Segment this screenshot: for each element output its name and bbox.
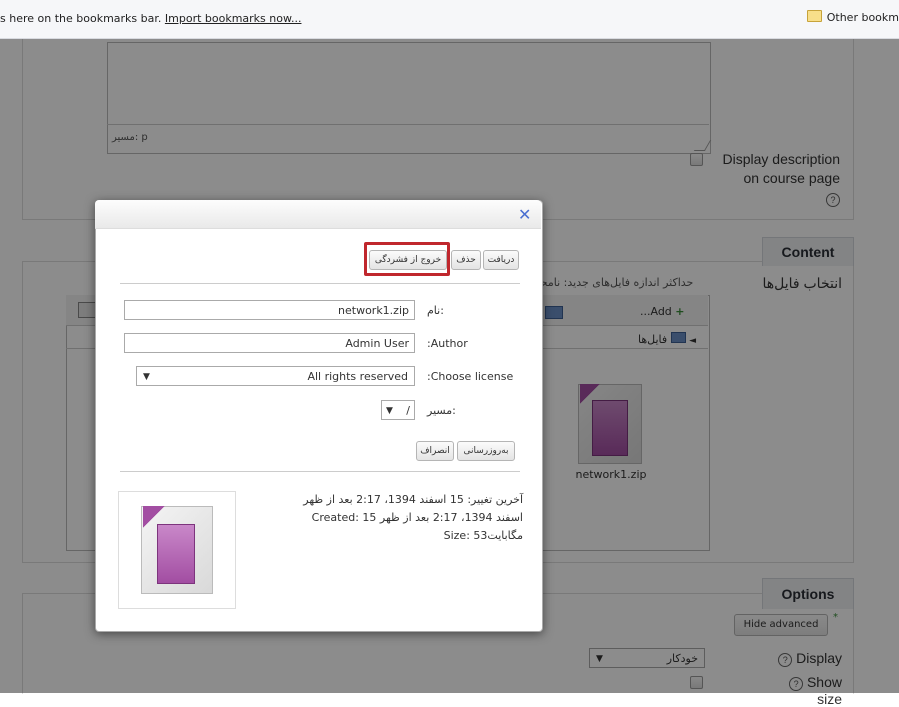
license-select[interactable]: ▼ All rights reserved [136,366,415,386]
dropdown-arrow-icon: ▼ [143,372,150,382]
divider [120,471,520,472]
update-button[interactable]: به‌روزرسانی [457,441,515,461]
path-select-value: / [406,404,410,417]
file-info: آخرین تغییر: 15 اسفند 1394، 2:17 بعد از … [240,491,523,545]
name-input[interactable]: network1.zip [124,300,415,320]
folder-icon [806,10,822,22]
name-label: نام: [427,304,444,317]
download-button[interactable]: دریافت [483,250,519,270]
delete-button[interactable]: حذف [451,250,481,270]
created-date: Created: 15 اسفند 1394، 2:17 بعد از ظهر [311,511,523,524]
license-select-value: All rights reserved [307,370,408,383]
highlight-box [364,242,450,276]
file-size: Size: 53مگابایت [443,529,523,542]
license-label: :Choose license [427,370,514,383]
dropdown-arrow-icon: ▼ [386,406,393,416]
other-bookmarks-button[interactable]: Other bookm [806,10,899,24]
bookmarks-bar-message: s here on the bookmarks bar. Import book… [0,12,301,25]
author-input[interactable]: Admin User [124,333,415,353]
bookmarks-message-text: s here on the bookmarks bar. [0,12,162,25]
file-preview [118,491,236,609]
close-icon[interactable]: ✕ [518,205,531,224]
author-label: :Author [427,337,468,350]
other-bookmarks-label: Other bookm [826,11,899,24]
import-bookmarks-link[interactable]: Import bookmarks now... [165,12,302,25]
modified-date: آخرین تغییر: 15 اسفند 1394، 2:17 بعد از … [303,493,523,506]
path-select[interactable]: ▼ / [381,400,415,420]
divider [120,283,520,284]
path-label: مسیر: [427,404,456,417]
zip-archive-graphic [157,524,195,584]
dialog-header [95,200,541,229]
cancel-button[interactable]: انصراف [416,441,454,461]
